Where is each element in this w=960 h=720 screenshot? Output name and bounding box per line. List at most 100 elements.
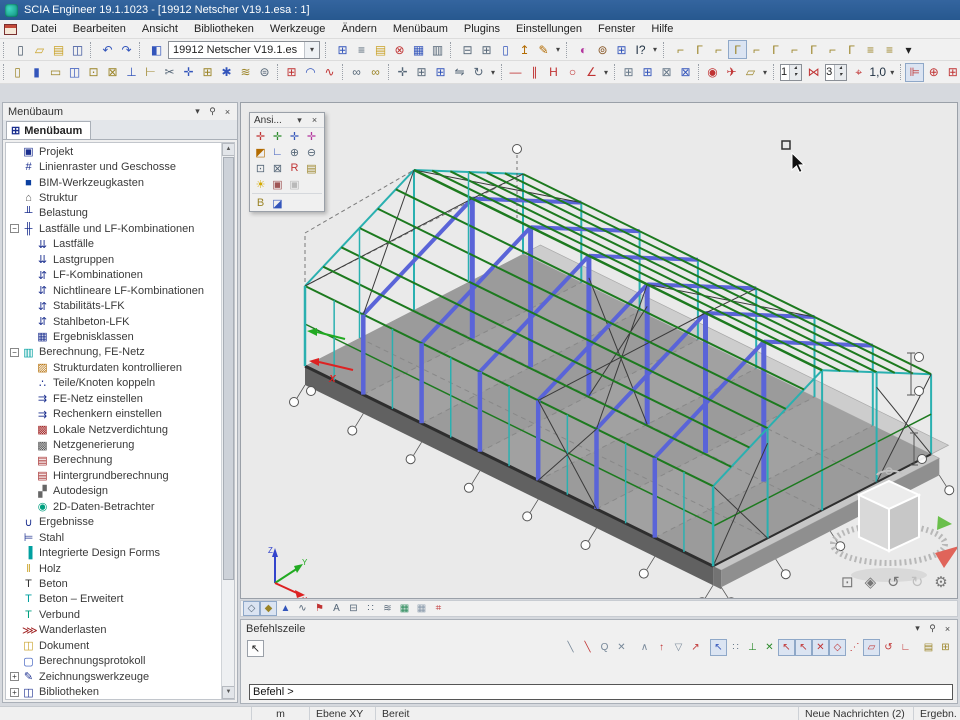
model-viewport[interactable]: XZYX Ansi... ▾ × ✛✛✛✛ ◩∟⊕⊖ ⊡⊠R▤ ☀▣▣ B◪ ⊡… (240, 102, 958, 599)
active-project-combobox[interactable]: 19912 Netscher V19.1.es ▾ (168, 41, 320, 59)
hinge-type-1-icon[interactable]: ⌐ (671, 40, 690, 59)
tree-item-beton-erweitert[interactable]: TBeton – Erweitert (6, 592, 221, 607)
menu-bibliotheken[interactable]: Bibliotheken (186, 21, 262, 37)
zoom-extents-icon[interactable]: ⊡ (841, 573, 854, 591)
tree-expander[interactable] (10, 163, 19, 172)
tree-expander[interactable] (10, 626, 19, 635)
dropdown-caret-icon[interactable]: ▾ (887, 63, 897, 82)
insert-block-2-icon[interactable]: ⊠ (676, 63, 695, 82)
tree-expander[interactable] (10, 194, 19, 203)
tree-item-stahlbeton-lfk[interactable]: ⇵Stahlbeton-LFK (6, 314, 221, 329)
chevron-down-icon[interactable]: ▾ (190, 105, 205, 119)
tree-scrollbar[interactable]: ▲ ▼ (221, 143, 234, 699)
tree-item-dokument[interactable]: ◫Dokument (6, 638, 221, 653)
chevron-down-icon[interactable]: ▾ (304, 42, 319, 58)
document-table-icon[interactable]: ▥ (428, 40, 447, 59)
tree-expander[interactable]: − (10, 224, 19, 233)
plate-icon[interactable]: ◫ (65, 63, 84, 82)
menu-bearbeiten[interactable]: Bearbeiten (65, 21, 134, 37)
tree-expander[interactable] (10, 533, 19, 542)
support-fixed-icon[interactable]: ⊫ (905, 63, 924, 82)
polyline-icon[interactable]: ∿ (320, 63, 339, 82)
tree-expander[interactable] (10, 564, 19, 573)
tree-item-beton[interactable]: TBeton (6, 576, 221, 591)
toolbar-grip[interactable] (139, 42, 143, 58)
tree-expander[interactable] (24, 379, 33, 388)
axonometric-view-icon[interactable]: ◩ (252, 144, 269, 160)
search-zoom-icon[interactable]: ⊚ (593, 40, 612, 59)
hinge-type-12-icon[interactable]: ≡ (880, 40, 899, 59)
print-icon[interactable]: ⊟ (458, 40, 477, 59)
copy-icon[interactable]: ⊞ (412, 63, 431, 82)
picture-2-icon[interactable]: ▦ (413, 601, 430, 616)
undo-view-icon[interactable]: ↺ (887, 573, 900, 591)
hinge-type-3-icon[interactable]: ⌐ (709, 40, 728, 59)
lamp-icon[interactable]: ☀ (252, 176, 269, 192)
paste-icon[interactable]: ⊞ (619, 63, 638, 82)
tree-item-strukturdaten-kontrollieren[interactable]: ▨Strukturdaten kontrollieren (6, 360, 221, 375)
tree-expander[interactable] (24, 302, 33, 311)
window-layout-icon[interactable]: ◧ (147, 40, 166, 59)
toolbar-grip[interactable] (614, 64, 615, 80)
haunch-icon[interactable]: ⊢ (141, 63, 160, 82)
surface-icon[interactable]: ✱ (217, 63, 236, 82)
tree-item-lokale-netzverdichtung[interactable]: ▩Lokale Netzverdichtung (6, 422, 221, 437)
snap-midpoint-icon[interactable]: ◇ (829, 639, 846, 656)
scroll-up-icon[interactable]: ▲ (222, 143, 235, 156)
member-query-icon[interactable]: I? (631, 40, 650, 59)
zoom-selection-icon[interactable]: R (286, 160, 303, 176)
document-system-icon[interactable] (4, 24, 17, 35)
rendered-icon[interactable]: ◆ (260, 601, 277, 616)
tree-item-stahl[interactable]: ⊨Stahl (6, 530, 221, 545)
spinner-up-icon[interactable]: ▴ (835, 65, 846, 72)
tree-item-ergebnisse[interactable]: ∪Ergebnisse (6, 515, 221, 530)
arc-member-icon[interactable]: ◠ (301, 63, 320, 82)
tree-item-lf-kombinationen[interactable]: ⇵LF-Kombinationen (6, 268, 221, 283)
beam-icon[interactable]: ▭ (46, 63, 65, 82)
save-icon[interactable]: ◫ (68, 40, 87, 59)
visibility-glasses-icon[interactable]: ∞ (347, 63, 366, 82)
tree-expander[interactable] (24, 456, 33, 465)
tree-expander[interactable] (10, 579, 19, 588)
open-project-icon[interactable]: ▱ (30, 40, 49, 59)
zoom-all-icon[interactable]: ⊠ (269, 160, 286, 176)
export-document-icon[interactable]: ↥ (515, 40, 534, 59)
snap-edge-icon[interactable]: ▱ (863, 639, 880, 656)
close-icon[interactable]: × (220, 105, 235, 119)
wall-icon[interactable]: ▯ (8, 63, 27, 82)
abc-labels-icon[interactable]: A (328, 601, 345, 616)
toolbar-grip[interactable] (663, 42, 667, 58)
tree-item-belastung[interactable]: ╨Belastung (6, 206, 221, 221)
tree-expander[interactable] (24, 255, 33, 264)
dropdown-caret-icon[interactable]: ▾ (601, 63, 611, 82)
palette-header[interactable]: Ansi... ▾ × (250, 113, 324, 128)
view-y-icon[interactable]: ✛ (269, 128, 286, 144)
tree-item-stabilitaets-lfk[interactable]: ⇵Stabilitäts-LFK (6, 298, 221, 313)
wireframe-icon[interactable]: ◇ (243, 601, 260, 616)
spinner-arrows[interactable]: ▴▾ (834, 65, 846, 80)
menu-aendern[interactable]: Ändern (333, 21, 384, 37)
snap-endpoint-icon[interactable]: ↖ (778, 639, 795, 656)
snap-solid-icon[interactable]: ⊞ (937, 639, 954, 656)
toolbar-grip[interactable] (3, 64, 4, 80)
print-picture-icon[interactable]: ⊟ (345, 601, 362, 616)
toolbar-grip[interactable] (342, 64, 343, 80)
toolbar-grip[interactable] (900, 64, 901, 80)
view-axo-icon[interactable]: ✛ (303, 128, 320, 144)
spinner-up-icon[interactable]: ▴ (790, 65, 801, 72)
tree-expander[interactable] (24, 410, 33, 419)
picture-icon[interactable]: ▦ (396, 601, 413, 616)
hinge-type-5-icon[interactable]: ⌐ (747, 40, 766, 59)
tree-expander[interactable]: + (10, 688, 19, 697)
clipping-icon[interactable]: ≋ (379, 601, 396, 616)
menu-hilfe[interactable]: Hilfe (643, 21, 681, 37)
tree-expander[interactable] (10, 610, 19, 619)
dropdown-caret-icon[interactable]: ▾ (553, 40, 563, 59)
tree-expander[interactable] (24, 332, 33, 341)
new-messages-button[interactable]: Neue Nachrichten (2) (798, 707, 914, 720)
numeric-spinner-3[interactable]: 3 ▴▾ (825, 64, 847, 81)
toolbar-grip[interactable] (90, 42, 94, 58)
line-grid-icon[interactable]: ⊥ (744, 639, 761, 656)
tree-expander[interactable] (24, 240, 33, 249)
dot-grid-icon[interactable]: ∷ (727, 639, 744, 656)
